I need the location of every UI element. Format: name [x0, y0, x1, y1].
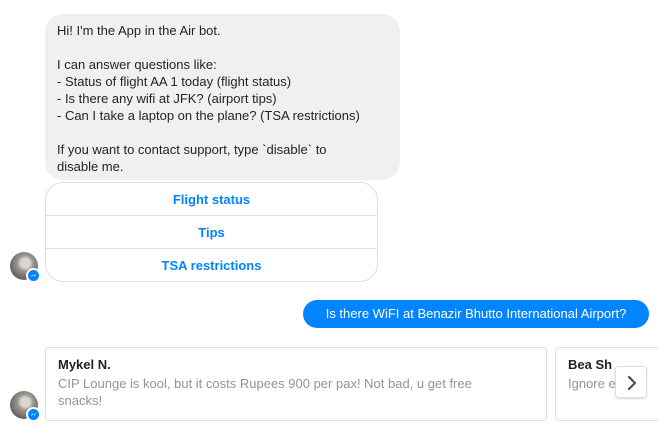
- bot-message-line: - Can I take a laptop on the plane? (TSA…: [57, 108, 360, 123]
- bot-message-line: If you want to contact support, type `di…: [57, 142, 327, 157]
- bot-message-line: Hi! I'm the App in the Air bot.: [57, 23, 221, 38]
- quick-replies: Flight status Tips TSA restrictions: [45, 182, 378, 282]
- card-subtitle: snacks!: [58, 393, 103, 408]
- messenger-icon: [26, 407, 41, 422]
- chevron-right-icon: [627, 376, 637, 390]
- tip-card[interactable]: Mykel N. CIP Lounge is kool, but it cost…: [45, 347, 547, 421]
- bot-message-bubble: Hi! I'm the App in the Air bot. I can an…: [45, 14, 400, 180]
- card-subtitle: CIP Lounge is kool, but it costs Rupees …: [58, 376, 472, 391]
- bot-avatar: [10, 391, 41, 422]
- bot-message-line: - Status of flight AA 1 today (flight st…: [57, 74, 292, 89]
- card-title: Mykel N.: [58, 357, 111, 372]
- user-message-bubble: Is there WiFI at Benazir Bhutto Internat…: [303, 300, 649, 328]
- bot-message-line: - Is there any wifi at JFK? (airport tip…: [57, 91, 277, 106]
- tsa-restrictions-button[interactable]: TSA restrictions: [46, 249, 377, 281]
- bot-message-line: I can answer questions like:: [57, 57, 217, 72]
- bot-message-line: disable me.: [57, 159, 124, 174]
- bot-message-line: [57, 39, 388, 56]
- tips-button[interactable]: Tips: [46, 216, 377, 249]
- flight-status-button[interactable]: Flight status: [46, 183, 377, 216]
- carousel-next-button[interactable]: [615, 366, 647, 398]
- bot-message-line: [57, 124, 388, 141]
- bot-avatar: [10, 252, 41, 283]
- messenger-icon: [26, 268, 41, 283]
